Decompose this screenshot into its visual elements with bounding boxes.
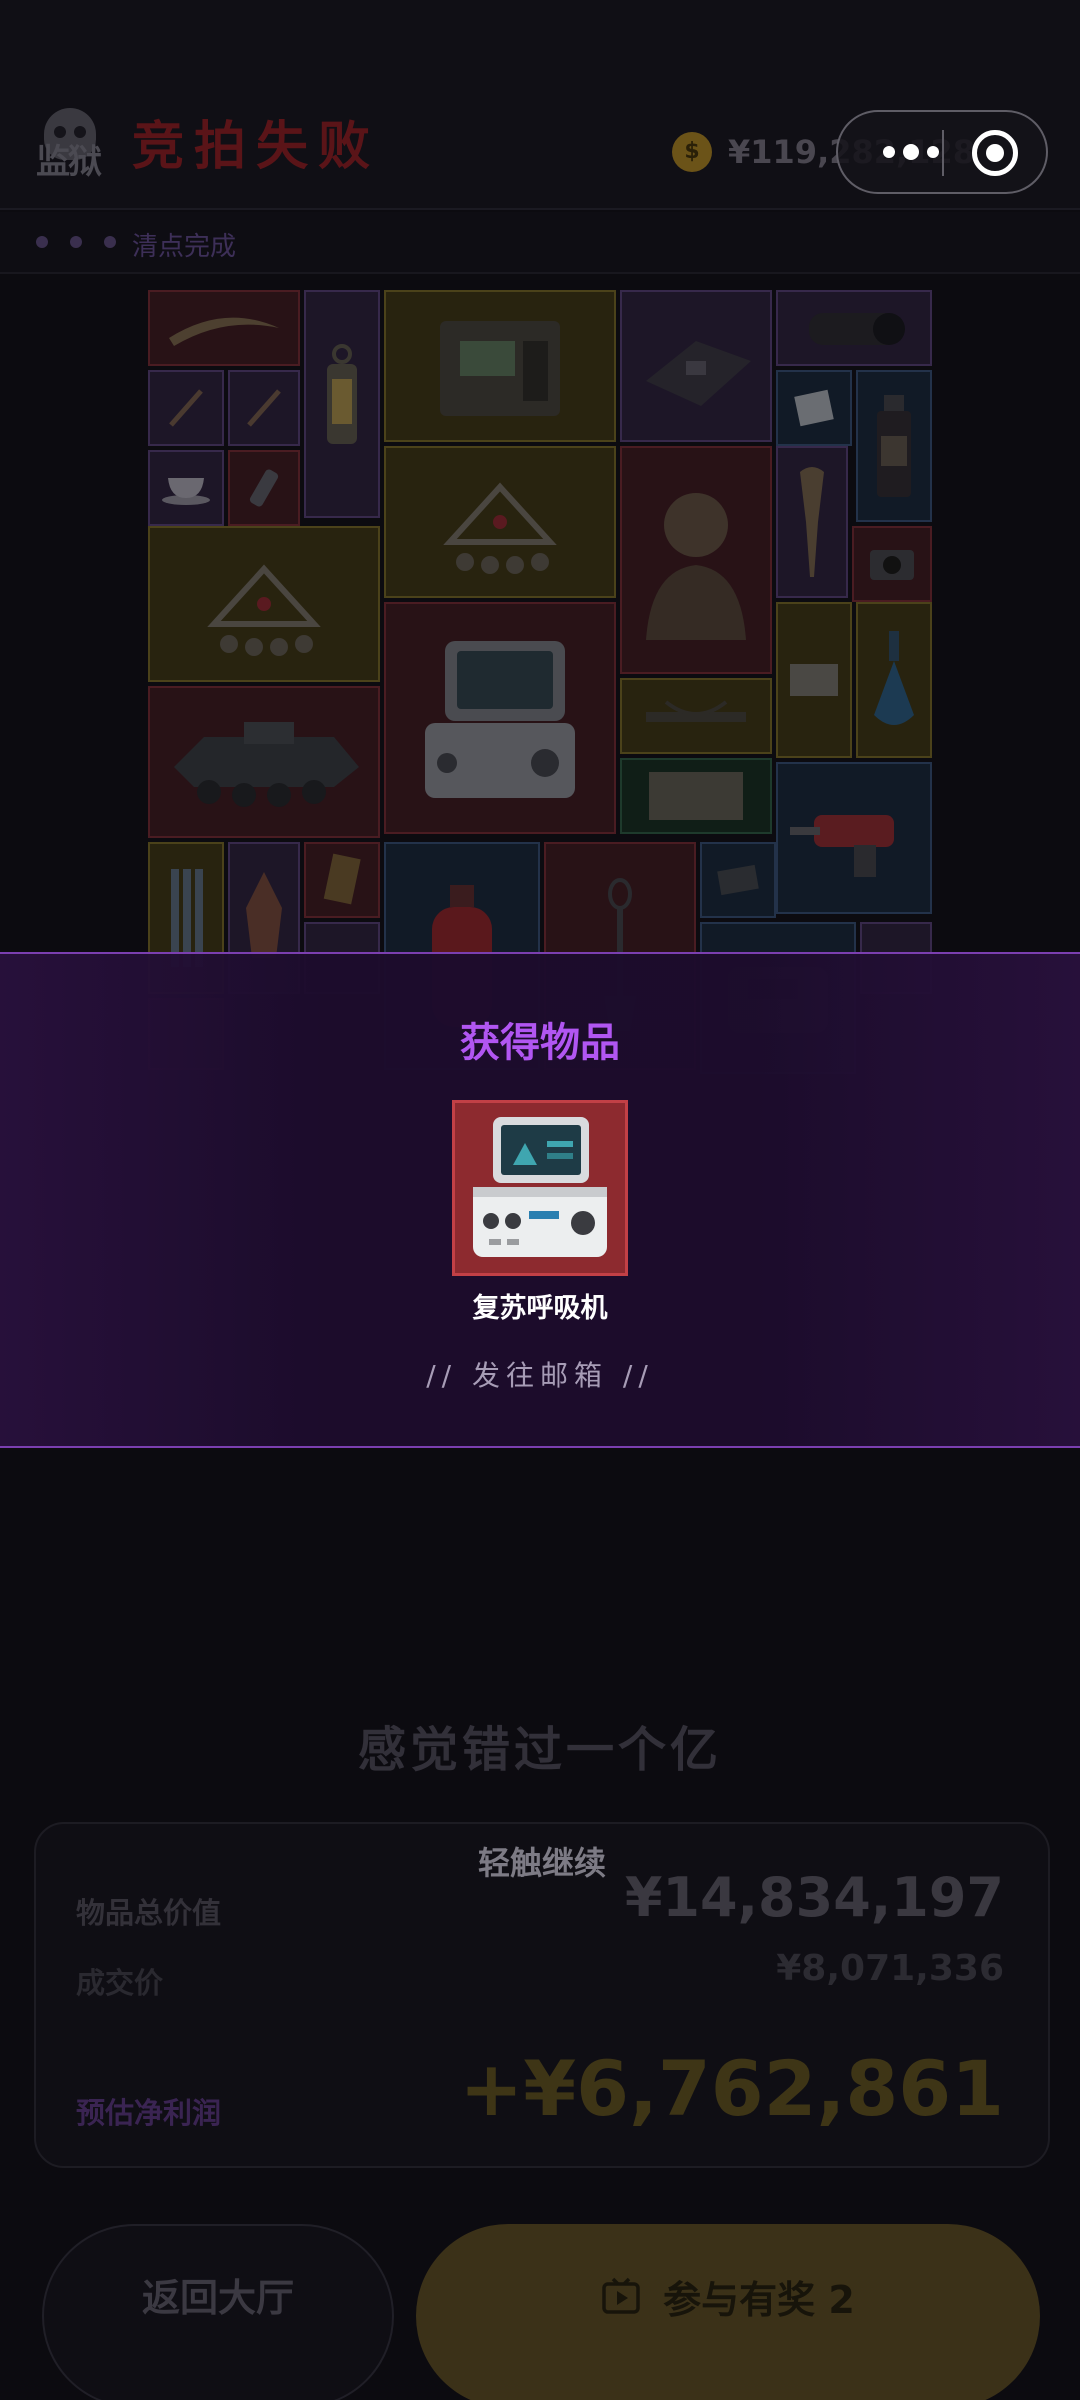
grid-item-lantern [304, 290, 380, 518]
grid-item-lens [776, 290, 932, 366]
reward-item-card [452, 1100, 628, 1276]
deal-price-label: 成交价 [76, 1966, 164, 2000]
grid-item-teacup [148, 450, 224, 526]
grid-item-amulet-2 [148, 526, 380, 682]
return-lobby-button[interactable]: 返回大厅 [42, 2224, 394, 2400]
grid-item-machine-case [384, 290, 616, 442]
grid-item-dagger-2 [228, 370, 300, 446]
grid-item-fang [148, 290, 300, 366]
grid-item-tarot-card [304, 842, 380, 918]
deal-price-value: ¥8,071,336 [776, 1948, 1004, 1989]
grid-item-dagger-1 [148, 370, 224, 446]
grid-item-amulet-1 [384, 446, 616, 598]
progress-text: 清点完成 [132, 232, 237, 262]
progress-dots [36, 236, 116, 248]
reward-banner: 获得物品 复苏呼吸机 // 发往邮箱 // [0, 952, 1080, 1448]
total-value: ¥14,834,197 [624, 1866, 1004, 1929]
grid-item-photo-frame [776, 602, 852, 758]
app-logo: 监狱 [36, 108, 128, 182]
reward-item-name: 复苏呼吸机 [472, 1293, 608, 1324]
page-title: 竞拍失败 [132, 117, 381, 177]
grid-item-idol [776, 446, 848, 598]
grid-item-motherboard [620, 290, 772, 442]
tv-play-icon [602, 2277, 640, 2314]
progress-bar: 清点完成 [0, 212, 1080, 274]
join-reward-button[interactable]: 参与有奖 2 [416, 2224, 1040, 2400]
result-card[interactable]: 轻触继续 物品总价值 ¥14,834,197 成交价 ¥8,071,336 预估… [34, 1822, 1050, 2168]
coin-icon: $ [672, 132, 712, 172]
grid-item-camera [852, 526, 932, 602]
close-target-icon[interactable] [972, 130, 1018, 176]
grid-item-crossbow [620, 678, 772, 754]
miniprogram-capsule [836, 110, 1048, 194]
total-value-label: 物品总价值 [76, 1896, 222, 1930]
grid-item-tablet [700, 842, 776, 918]
capsule-divider [942, 130, 944, 176]
grid-item-flashlight [228, 450, 300, 526]
grid-item-document [620, 758, 772, 834]
grid-item-card [776, 370, 852, 446]
grid-item-bottle [856, 370, 932, 522]
join-reward-label: 参与有奖 2 [663, 2277, 855, 2322]
grid-item-bust [620, 446, 772, 674]
net-profit-label: 预估净利润 [76, 2096, 222, 2130]
grid-item-apc [148, 686, 380, 838]
return-lobby-label: 返回大厅 [141, 2276, 294, 2320]
grid-item-hammer-drill [776, 762, 932, 914]
reward-title: 获得物品 [460, 1020, 620, 1066]
missed-caption: 感觉错过一个亿 [357, 1722, 722, 1778]
grid-item-potion [856, 602, 932, 758]
grid-item-ventilator [384, 602, 616, 834]
net-profit-value: +¥6,762,861 [459, 2044, 1004, 2133]
ventilator-icon [473, 1117, 607, 1257]
mailbox-note: // 发往邮箱 // [426, 1359, 654, 1392]
logo-text: 监狱 [36, 142, 102, 182]
top-bar: 监狱 竞拍失败 $ ¥119,282,128 [0, 0, 1080, 210]
